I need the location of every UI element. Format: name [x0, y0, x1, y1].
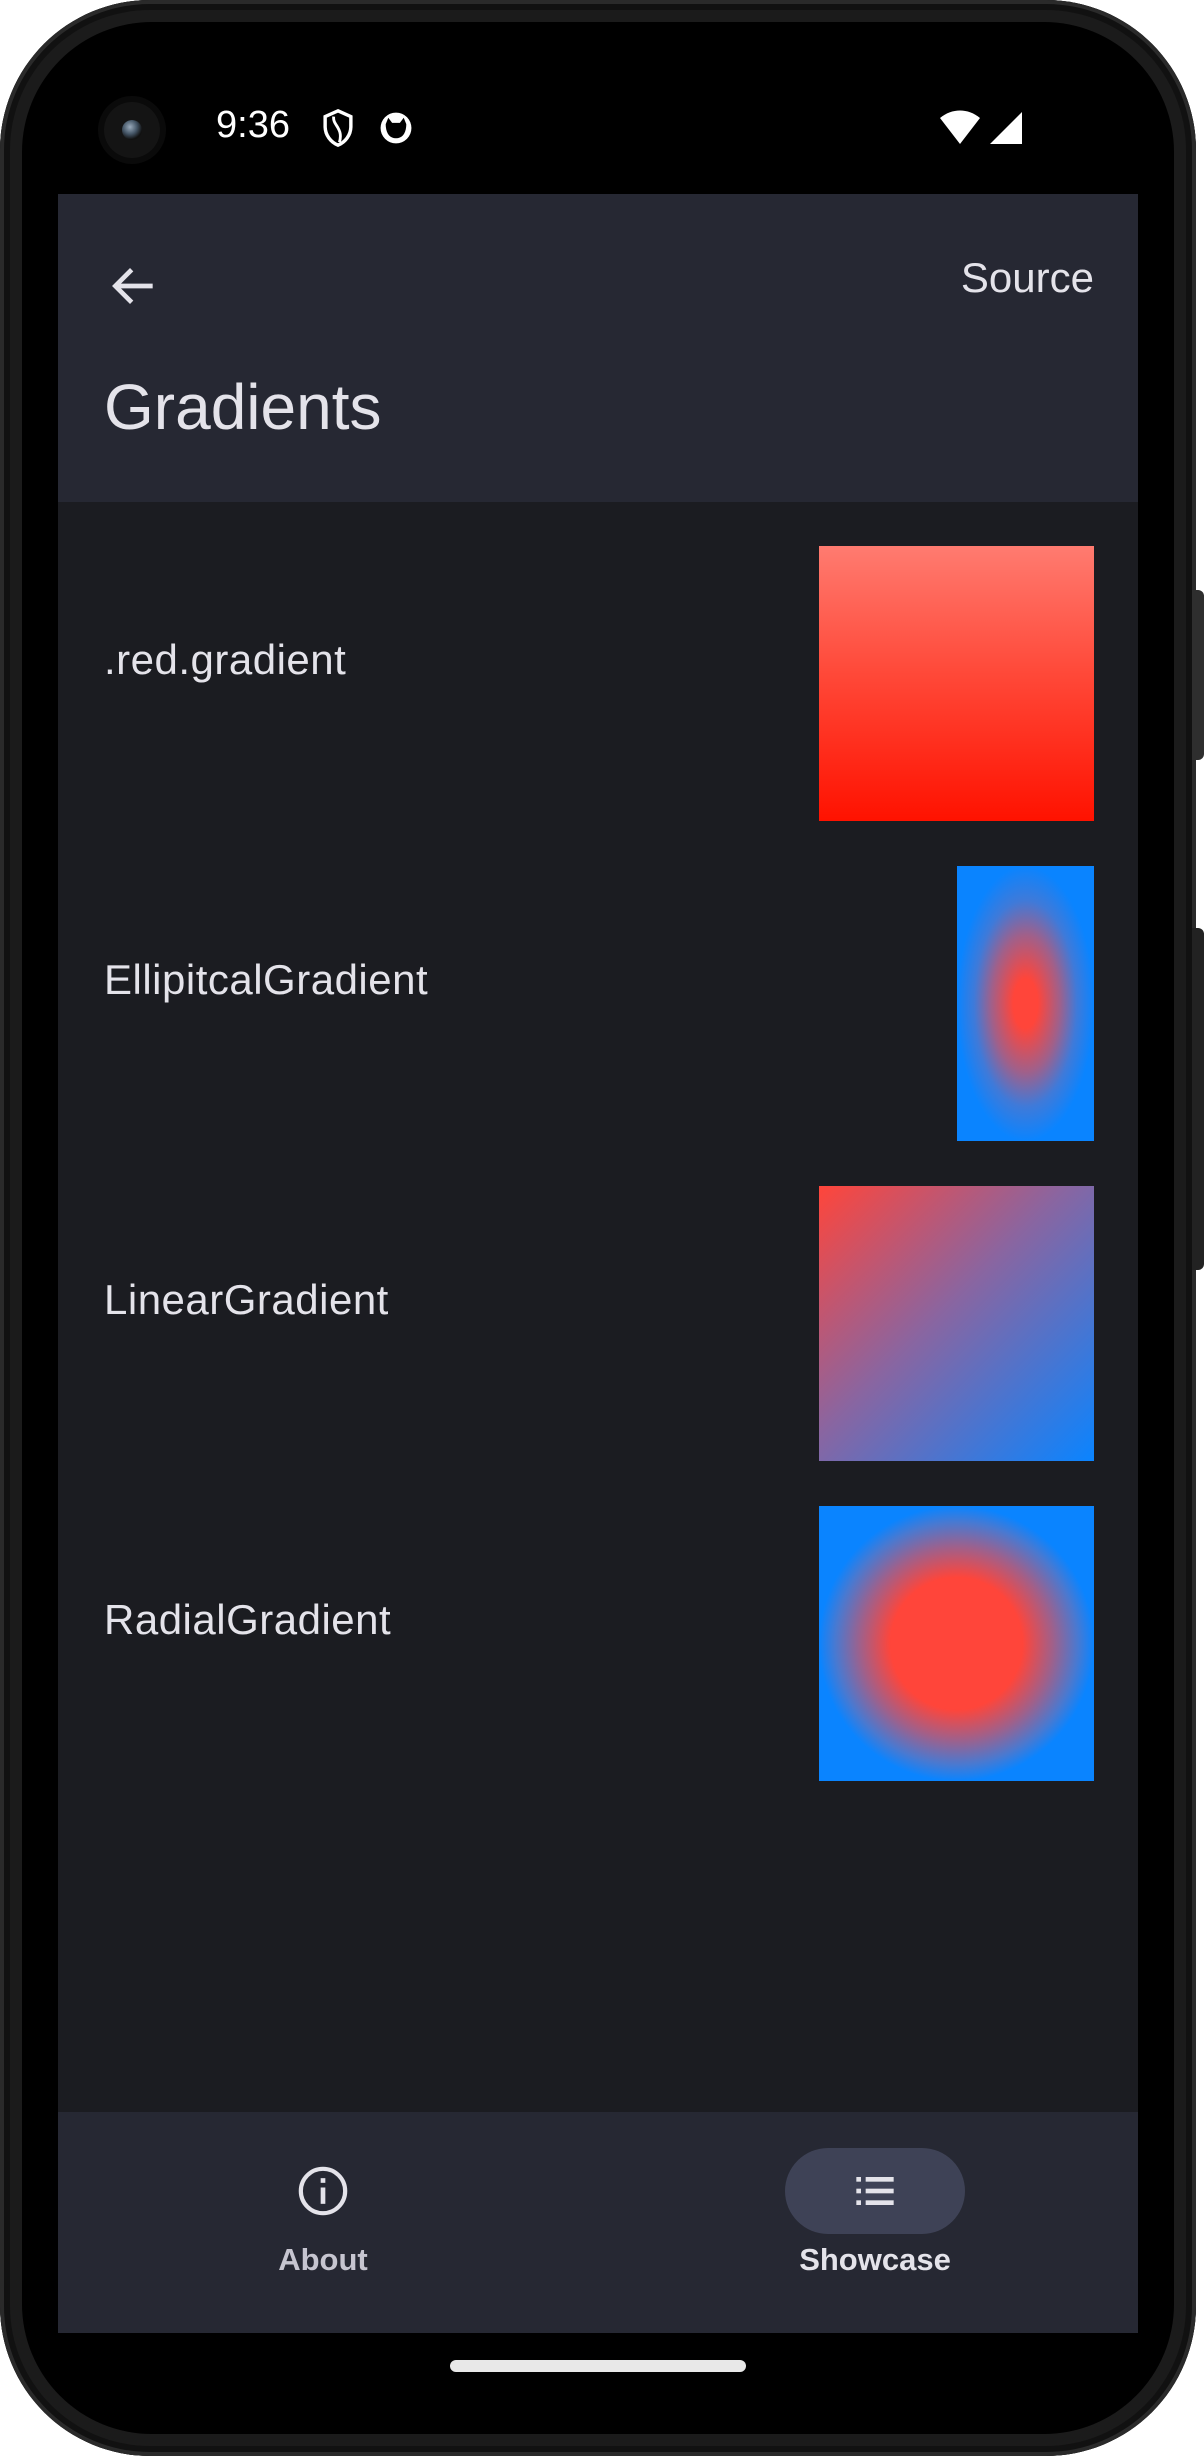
signal-icon — [990, 112, 1022, 144]
status-time: 9:36 — [216, 104, 290, 146]
top-app-bar: Source Gradients — [58, 194, 1138, 502]
source-button[interactable]: Source — [961, 254, 1094, 302]
wifi-icon — [940, 110, 980, 144]
list-item-label: LinearGradient — [104, 1276, 389, 1323]
nav-label: About — [278, 2242, 368, 2277]
info-icon — [298, 2166, 348, 2216]
list-item: RadialGradient — [58, 1462, 1138, 1782]
app-screen: Source Gradients .red.gradient Ellipitca… — [58, 194, 1138, 2333]
elliptical-gradient-swatch — [957, 866, 1094, 1141]
radial-gradient-swatch — [819, 1506, 1094, 1781]
shield-icon — [323, 108, 353, 147]
list-icon — [856, 2177, 894, 2205]
power-button — [1192, 590, 1204, 760]
list-item-label: EllipitcalGradient — [104, 956, 429, 1003]
list-item-label: RadialGradient — [104, 1596, 392, 1643]
page-title: Gradients — [104, 371, 382, 443]
nav-label: Showcase — [799, 2242, 951, 2277]
list-item: EllipitcalGradient — [58, 822, 1138, 1142]
list-item-label: .red.gradient — [104, 636, 347, 683]
gradient-list: .red.gradient EllipitcalGradient LinearG… — [58, 502, 1138, 1782]
nav-item-showcase[interactable]: Showcase — [725, 2112, 1025, 2333]
list-item: LinearGradient — [58, 1142, 1138, 1462]
arrow-back-icon[interactable] — [106, 258, 162, 314]
cat-icon — [380, 112, 412, 144]
volume-button — [1192, 928, 1204, 1270]
nav-item-about[interactable]: About — [173, 2112, 473, 2333]
home-indicator[interactable] — [450, 2360, 746, 2372]
status-bar: 9:36 — [58, 90, 1138, 170]
list-item: .red.gradient — [58, 502, 1138, 822]
bottom-navigation: About Showcase — [58, 2112, 1138, 2333]
red-gradient-swatch — [819, 546, 1094, 821]
linear-gradient-swatch — [819, 1186, 1094, 1461]
